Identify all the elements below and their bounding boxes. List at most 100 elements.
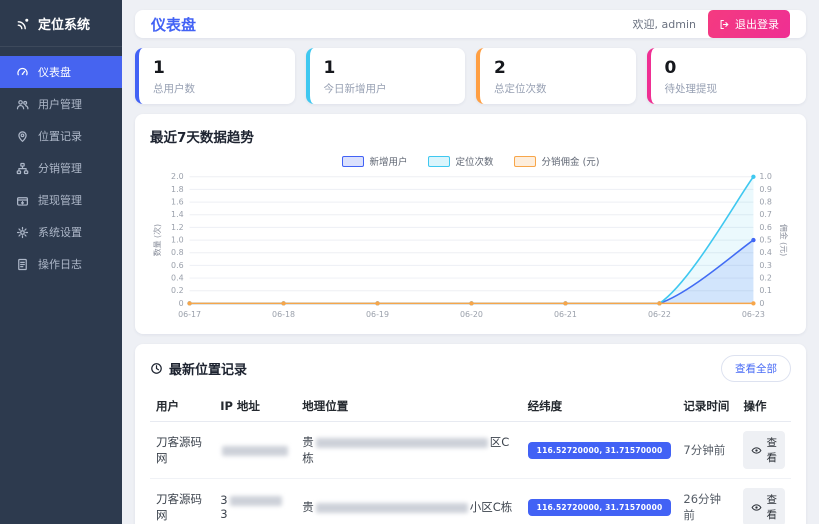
app-logo: 定位系统 <box>0 0 122 47</box>
records-card: 最新位置记录 查看全部 用户 IP 地址 地理位置 经纬度 记录时间 操作 刀客源码网 贵区… <box>135 344 806 524</box>
sidebar-item-users[interactable]: 用户管理 <box>0 88 122 120</box>
svg-text:0.9: 0.9 <box>759 185 772 194</box>
legend-item[interactable]: 新增用户 <box>341 154 408 168</box>
records-title-text: 最新位置记录 <box>169 363 248 379</box>
redacted-text <box>315 502 468 513</box>
stat-value: 1 <box>153 58 165 78</box>
redacted-text <box>315 437 488 448</box>
table-row: 刀客源码网 33 贵小区C栋 116.52720000, 31.71570000 26分… <box>150 479 791 524</box>
coords-cell: 116.52720000, 31.71570000 <box>522 479 678 524</box>
user-cell: 刀客源码网 <box>150 421 215 480</box>
location-pin-icon <box>16 130 29 143</box>
svg-text:0.6: 0.6 <box>171 261 184 270</box>
stat-card: 1 总用户数 <box>135 48 295 105</box>
legend-label: 定位次数 <box>455 157 494 169</box>
satellite-signal-icon <box>16 16 31 31</box>
records-title: 最新位置记录 <box>150 359 247 378</box>
coords-badge: 116.52720000, 31.71570000 <box>527 441 672 459</box>
svg-text:佣金 (元): 佣金 (元) <box>779 224 789 256</box>
svg-text:0.2: 0.2 <box>171 286 184 295</box>
svg-text:0.4: 0.4 <box>171 274 184 283</box>
column-header: 记录时间 <box>677 391 738 423</box>
clock-history-icon <box>150 362 163 375</box>
svg-text:06-20: 06-20 <box>460 310 483 319</box>
table-header-row: 用户 IP 地址 地理位置 经纬度 记录时间 操作 <box>150 391 791 423</box>
view-button[interactable]: 查看 <box>743 431 785 470</box>
users-icon <box>16 98 29 111</box>
topbar-right: 欢迎, admin 退出登录 <box>633 10 790 38</box>
trend-chart-svg: 0 0.2 0.4 0.6 0.8 1.0 1.2 1.4 1.6 1.8 2.0 0 0.1 0.2 0.… <box>152 172 789 319</box>
view-all-button[interactable]: 查看全部 <box>721 355 791 383</box>
svg-text:2.0: 2.0 <box>171 172 184 181</box>
sitemap-icon <box>16 162 29 175</box>
column-header: 用户 <box>150 391 215 423</box>
records-header: 最新位置记录 查看全部 <box>150 355 791 383</box>
column-header: 操作 <box>737 391 791 423</box>
stat-value: 0 <box>664 58 677 78</box>
redacted-text <box>222 445 289 456</box>
eye-icon <box>751 445 762 456</box>
page-title: 仪表盘 <box>151 15 197 34</box>
svg-text:0.4: 0.4 <box>759 248 772 257</box>
svg-text:1.8: 1.8 <box>171 185 184 194</box>
view-button-label: 查看 <box>766 494 777 522</box>
legend-swatch <box>513 155 536 167</box>
app-title: 定位系统 <box>38 18 91 33</box>
sidebar-item-label: 位置记录 <box>38 130 82 143</box>
sidebar-menu: 仪表盘用户管理位置记录分销管理提现管理系统设置操作日志 <box>0 56 122 280</box>
svg-text:06-18: 06-18 <box>272 310 295 319</box>
chart-card: 最近7天数据趋势 新增用户 定位次数 分销佣金 (元) 0 0.2 0.4 0.6 0.8 1… <box>135 114 806 335</box>
legend-item[interactable]: 分销佣金 (元) <box>513 154 600 169</box>
svg-text:数量 (次): 数量 (次) <box>152 224 162 256</box>
coords-cell: 116.52720000, 31.71570000 <box>521 421 678 480</box>
sidebar-item-distribution[interactable]: 分销管理 <box>0 152 122 184</box>
redacted-text <box>229 495 282 506</box>
svg-text:1.0: 1.0 <box>171 236 184 245</box>
operation-cell: 查看 <box>737 421 791 480</box>
sidebar-item-label: 系统设置 <box>38 226 82 239</box>
stat-value: 2 <box>494 58 506 78</box>
stat-label: 总定位次数 <box>494 83 547 96</box>
view-button-label: 查看 <box>766 437 777 465</box>
topbar: 仪表盘 欢迎, admin 退出登录 <box>135 10 806 38</box>
svg-text:0.8: 0.8 <box>759 198 772 207</box>
svg-text:0.5: 0.5 <box>759 236 772 245</box>
time-cell: 7分钟前 <box>677 421 738 480</box>
user-cell: 刀客源码网 <box>156 492 202 523</box>
coords-badge: 116.52720000, 31.71570000 <box>527 498 672 516</box>
stat-card: 0 待处理提现 <box>646 48 806 105</box>
main-content: 仪表盘 欢迎, admin 退出登录 1 总用户数 1 今日新增用户 2 总定位次数 0 待处… <box>122 0 819 524</box>
svg-text:1.6: 1.6 <box>171 198 184 207</box>
column-header: 地理位置 <box>296 391 522 423</box>
sidebar-item-label: 操作日志 <box>38 258 82 271</box>
stat-card: 1 今日新增用户 <box>305 48 465 105</box>
sidebar-item-label: 仪表盘 <box>38 66 71 79</box>
legend-label: 分销佣金 (元) <box>541 157 600 169</box>
svg-text:0.7: 0.7 <box>759 210 772 219</box>
column-header: 经纬度 <box>521 391 678 423</box>
legend-swatch <box>341 155 364 167</box>
svg-text:06-22: 06-22 <box>648 310 671 319</box>
stat-value: 1 <box>323 58 336 78</box>
sidebar-item-location-records[interactable]: 位置记录 <box>0 120 122 152</box>
chart-title: 最近7天数据趋势 <box>150 130 254 147</box>
stat-label: 今日新增用户 <box>323 83 387 96</box>
sidebar-item-label: 提现管理 <box>38 194 82 207</box>
logout-label: 退出登录 <box>735 18 779 31</box>
stat-label: 待处理提现 <box>664 83 718 96</box>
sidebar-item-withdrawals[interactable]: 提现管理 <box>0 184 122 216</box>
svg-text:0.3: 0.3 <box>759 261 772 270</box>
sidebar-item-dashboard[interactable]: 仪表盘 <box>0 56 122 88</box>
ip-cell: 33 <box>214 479 296 524</box>
sidebar-item-logs[interactable]: 操作日志 <box>0 248 122 280</box>
legend-item[interactable]: 定位次数 <box>427 154 494 169</box>
eye-icon <box>751 502 762 513</box>
logout-button[interactable]: 退出登录 <box>708 10 790 38</box>
sidebar-item-settings[interactable]: 系统设置 <box>0 216 122 248</box>
logout-icon <box>719 19 730 30</box>
operation-cell: 查看 <box>737 479 791 524</box>
view-button[interactable]: 查看 <box>743 488 785 524</box>
svg-text:1.4: 1.4 <box>171 210 184 219</box>
stat-label: 总用户数 <box>153 83 195 96</box>
trend-chart: 0 0.2 0.4 0.6 0.8 1.0 1.2 1.4 1.6 1.8 2.0 0 0.1 0.2 0.… <box>150 168 791 326</box>
